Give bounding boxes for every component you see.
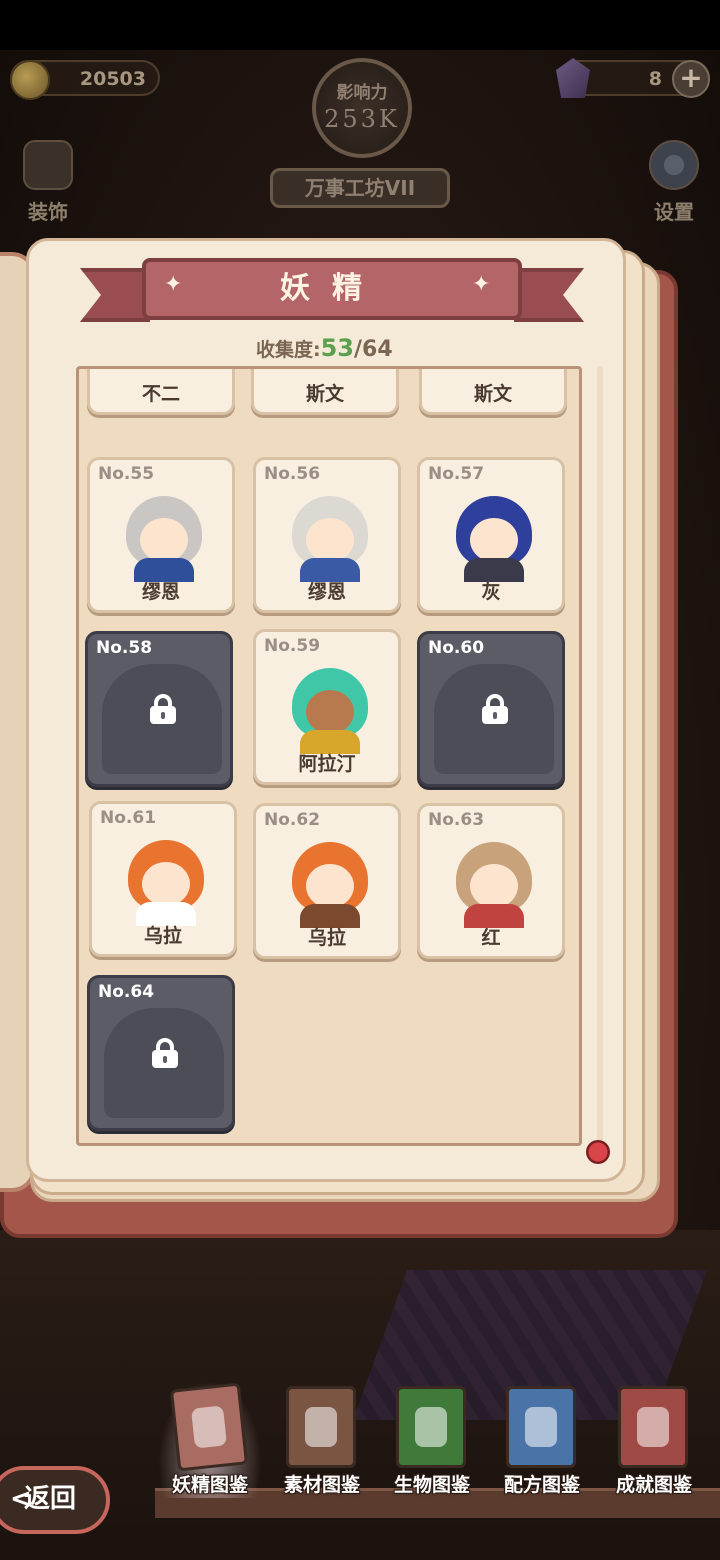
coin-icon <box>10 60 50 100</box>
fairy-portrait <box>284 490 376 582</box>
flask-book-icon <box>506 1386 576 1468</box>
gem-counter: 8 + <box>556 58 710 98</box>
back-arrow-icon: < <box>10 1484 32 1514</box>
tab-fairy-collection[interactable]: 妖精图鉴 <box>158 1380 262 1498</box>
fairy-portrait <box>284 836 376 928</box>
ladybug-icon <box>586 1140 610 1164</box>
fairy-portrait <box>284 662 376 754</box>
back-label: 返回 <box>24 1484 77 1514</box>
coin-counter: 20503 <box>10 60 160 100</box>
decor-label: 装饰 <box>28 200 68 224</box>
game-screen: 20503 影响力 253K 万事工坊VII 8 + 装饰 设置 妖精 ✦ ✦ … <box>0 0 720 1560</box>
fairy-name: 灰 <box>481 581 501 603</box>
fairy-number: No.64 <box>98 982 155 1002</box>
fairy-card[interactable]: No.55 缪恩 <box>87 457 235 613</box>
tab-label: 妖精图鉴 <box>171 1474 248 1496</box>
back-button[interactable]: < 返回 <box>0 1466 110 1534</box>
fairy-name: 缪恩 <box>307 581 346 603</box>
fairy-name: 红 <box>481 927 501 949</box>
fairy-portrait <box>120 834 212 926</box>
fairy-card-locked[interactable]: No.60 <box>417 631 565 787</box>
fairy-number: No.60 <box>428 638 485 658</box>
fairy-name: 乌拉 <box>143 925 182 947</box>
sparkle-icon: ✦ <box>164 272 183 297</box>
potion-book-icon <box>286 1386 356 1468</box>
fairy-number: No.55 <box>98 464 155 484</box>
fairy-name: 斯文 <box>305 383 344 405</box>
fairy-name: 乌拉 <box>307 927 346 949</box>
fairy-card-locked[interactable]: No.64 <box>87 975 235 1131</box>
settings-button[interactable]: 设置 <box>634 140 714 230</box>
crown-book-icon <box>618 1386 688 1468</box>
lock-icon <box>152 1038 178 1068</box>
fairy-name: 斯文 <box>473 383 512 405</box>
workshop-name: 万事工坊VII <box>270 168 450 208</box>
gear-icon <box>649 140 699 190</box>
decor-button[interactable]: 装饰 <box>8 140 88 230</box>
tab-recipe-collection[interactable]: 配方图鉴 <box>490 1380 594 1498</box>
total-count: /64 <box>354 337 393 362</box>
tab-label: 成就图鉴 <box>615 1474 692 1496</box>
fairy-name: 不二 <box>141 383 180 405</box>
influence-value: 253K <box>324 105 400 133</box>
fairy-card-locked[interactable]: No.58 <box>85 631 233 787</box>
add-gems-button[interactable]: + <box>672 60 710 98</box>
fairy-number: No.58 <box>96 638 153 658</box>
fairy-number: No.59 <box>264 636 321 656</box>
sparkle-icon: ✦ <box>472 272 491 297</box>
tab-label: 配方图鉴 <box>503 1474 580 1496</box>
influence-badge: 影响力 253K <box>312 58 412 158</box>
fairy-number: No.57 <box>428 464 485 484</box>
fairy-card[interactable]: No.62 乌拉 <box>253 803 401 959</box>
collected-count: 53 <box>320 334 355 362</box>
scrollbar[interactable] <box>597 366 603 1146</box>
tab-material-collection[interactable]: 素材图鉴 <box>270 1380 374 1498</box>
page-title: 妖精 <box>142 258 522 320</box>
coin-value: 20503 <box>79 68 146 90</box>
lock-icon <box>150 694 176 724</box>
fairy-number: No.63 <box>428 810 485 830</box>
fairy-card[interactable]: 不二 <box>87 369 235 415</box>
influence-label: 影响力 <box>336 83 388 103</box>
fairy-grid[interactable]: 不二 斯文 斯文 No.55 缪恩 No.56 缪恩 No.57 灰 No.58… <box>76 366 582 1146</box>
leaf-book-icon <box>396 1386 466 1468</box>
collection-label: 收集度: <box>256 339 321 361</box>
gem-value: 8 <box>648 68 662 90</box>
lock-icon <box>482 694 508 724</box>
tab-label: 素材图鉴 <box>283 1474 360 1496</box>
fairy-card[interactable]: No.59 阿拉汀 <box>253 629 401 785</box>
fairy-card[interactable]: No.56 缪恩 <box>253 457 401 613</box>
tab-achievement-collection[interactable]: 成就图鉴 <box>602 1380 706 1498</box>
fairy-portrait <box>448 836 540 928</box>
fairy-card[interactable]: 斯文 <box>251 369 399 415</box>
fairy-portrait <box>448 490 540 582</box>
tab-creature-collection[interactable]: 生物图鉴 <box>380 1380 484 1498</box>
decor-icon <box>23 140 73 190</box>
fairy-number: No.62 <box>264 810 321 830</box>
fairy-number: No.56 <box>264 464 321 484</box>
fairy-number: No.61 <box>100 808 157 828</box>
settings-label: 设置 <box>654 200 694 224</box>
fairy-name: 阿拉汀 <box>298 753 356 775</box>
fairy-card[interactable]: 斯文 <box>419 369 567 415</box>
fairy-card[interactable]: No.61 乌拉 <box>89 801 237 957</box>
fairy-book-icon <box>169 1382 249 1472</box>
tab-label: 生物图鉴 <box>393 1474 470 1496</box>
gem-icon <box>556 58 590 98</box>
collection-progress: 收集度:53/64 <box>256 334 393 362</box>
fairy-card[interactable]: No.57 灰 <box>417 457 565 613</box>
fairy-name: 缪恩 <box>141 581 180 603</box>
status-bar <box>0 0 720 50</box>
fairy-portrait <box>118 490 210 582</box>
fairy-card[interactable]: No.63 红 <box>417 803 565 959</box>
